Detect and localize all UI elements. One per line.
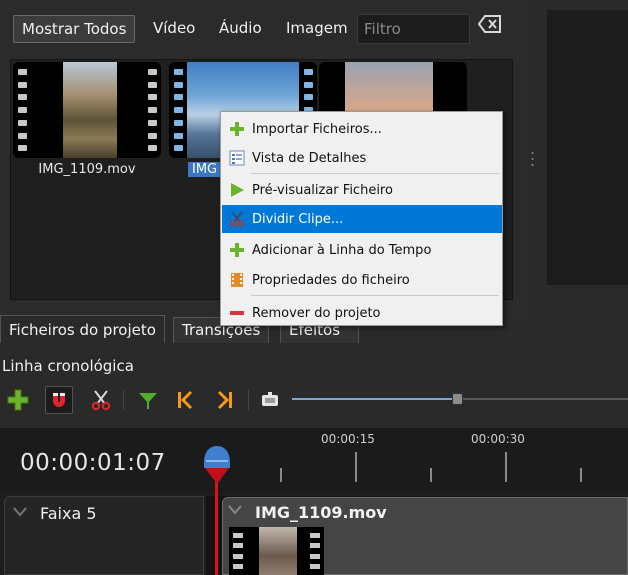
menu-item-label: Importar Ficheiros... bbox=[252, 121, 382, 137]
zoom-slider-rest bbox=[458, 398, 628, 400]
panel-splitter[interactable] bbox=[531, 150, 534, 170]
video-filter-button[interactable]: Vídeo bbox=[145, 15, 203, 43]
previous-marker-icon[interactable] bbox=[171, 386, 199, 414]
show-all-button[interactable]: Mostrar Todos bbox=[13, 15, 136, 43]
menu-item-import-files[interactable]: Importar Ficheiros... bbox=[222, 115, 502, 143]
film-sprockets bbox=[145, 62, 159, 158]
remove-icon bbox=[228, 304, 246, 322]
playhead-line[interactable] bbox=[215, 472, 218, 575]
plus-icon bbox=[228, 120, 246, 138]
video-preview bbox=[547, 10, 628, 285]
scissors-icon bbox=[228, 210, 246, 228]
collapse-chevron-icon[interactable] bbox=[13, 507, 27, 517]
razor-scissors-icon[interactable] bbox=[87, 386, 115, 414]
track-header[interactable] bbox=[4, 496, 204, 575]
film-sprockets bbox=[171, 62, 185, 158]
timeline-title: Linha cronológica bbox=[2, 357, 134, 375]
clip-thumbnail bbox=[229, 527, 324, 575]
clear-filter-icon[interactable] bbox=[477, 15, 502, 33]
filter-bar: Mostrar Todos Vídeo Áudio Imagem bbox=[0, 8, 532, 48]
play-icon bbox=[228, 181, 246, 199]
ruler-tick bbox=[355, 452, 357, 482]
menu-item-label: Pré-visualizar Ficheiro bbox=[252, 182, 393, 198]
details-view-icon bbox=[228, 149, 246, 167]
ruler-tick bbox=[280, 468, 282, 482]
menu-item-label: Dividir Clipe... bbox=[252, 211, 344, 227]
zoom-slider-handle[interactable] bbox=[452, 393, 463, 405]
image-filter-button[interactable]: Imagem bbox=[278, 15, 356, 43]
center-playhead-icon[interactable] bbox=[256, 386, 284, 414]
toolbar-separator bbox=[123, 390, 124, 410]
next-marker-icon[interactable] bbox=[211, 386, 239, 414]
plus-icon bbox=[228, 241, 246, 259]
context-menu: Importar Ficheiros... Vista de Detalhes … bbox=[220, 111, 503, 326]
film-sprockets bbox=[15, 62, 29, 158]
ruler-tick bbox=[430, 468, 432, 482]
clip-name: IMG_1109.mov bbox=[255, 503, 387, 522]
menu-item-add-to-timeline[interactable]: Adicionar à Linha do Tempo bbox=[222, 236, 502, 264]
menu-item-remove-from-project[interactable]: Remover do projeto bbox=[222, 299, 502, 327]
ruler-label: 00:00:15 bbox=[321, 432, 375, 446]
timecode-display: 00:00:01:07 bbox=[20, 450, 166, 476]
menu-item-label: Vista de Detalhes bbox=[252, 150, 367, 166]
menu-separator bbox=[251, 173, 499, 174]
toolbar-separator bbox=[248, 390, 249, 410]
film-properties-icon bbox=[228, 271, 246, 289]
tab-project-files[interactable]: Ficheiros do projeto bbox=[0, 315, 165, 343]
file-label: IMG_1109.mov bbox=[38, 162, 136, 177]
track-name: Faixa 5 bbox=[40, 504, 97, 523]
menu-item-label: Adicionar à Linha do Tempo bbox=[252, 242, 432, 258]
menu-item-split-clip[interactable]: Dividir Clipe... bbox=[222, 205, 502, 233]
add-track-icon[interactable] bbox=[4, 386, 32, 414]
playhead-handle[interactable] bbox=[202, 446, 232, 486]
thumbnail-image bbox=[259, 527, 297, 575]
add-marker-icon[interactable] bbox=[134, 386, 162, 414]
menu-item-label: Propriedades do ficheiro bbox=[252, 272, 410, 288]
ruler-tick bbox=[580, 468, 582, 482]
file-thumbnail[interactable] bbox=[13, 62, 161, 158]
film-sprockets bbox=[233, 527, 243, 575]
menu-separator bbox=[251, 295, 499, 296]
ruler-tick bbox=[505, 452, 507, 482]
file-label: IMG bbox=[188, 162, 222, 177]
thumbnail-image bbox=[63, 62, 117, 158]
audio-filter-button[interactable]: Áudio bbox=[211, 15, 270, 43]
ruler-label: 00:00:30 bbox=[471, 432, 525, 446]
menu-item-preview-file[interactable]: Pré-visualizar Ficheiro bbox=[222, 176, 502, 204]
film-sprockets bbox=[310, 527, 320, 575]
menu-item-label: Remover do projeto bbox=[252, 305, 381, 321]
menu-item-details-view[interactable]: Vista de Detalhes bbox=[222, 144, 502, 172]
menu-item-file-properties[interactable]: Propriedades do ficheiro bbox=[222, 266, 502, 294]
snap-magnet-icon[interactable] bbox=[45, 386, 73, 414]
filter-input[interactable] bbox=[357, 14, 470, 44]
clip-menu-chevron-icon[interactable] bbox=[228, 505, 242, 515]
